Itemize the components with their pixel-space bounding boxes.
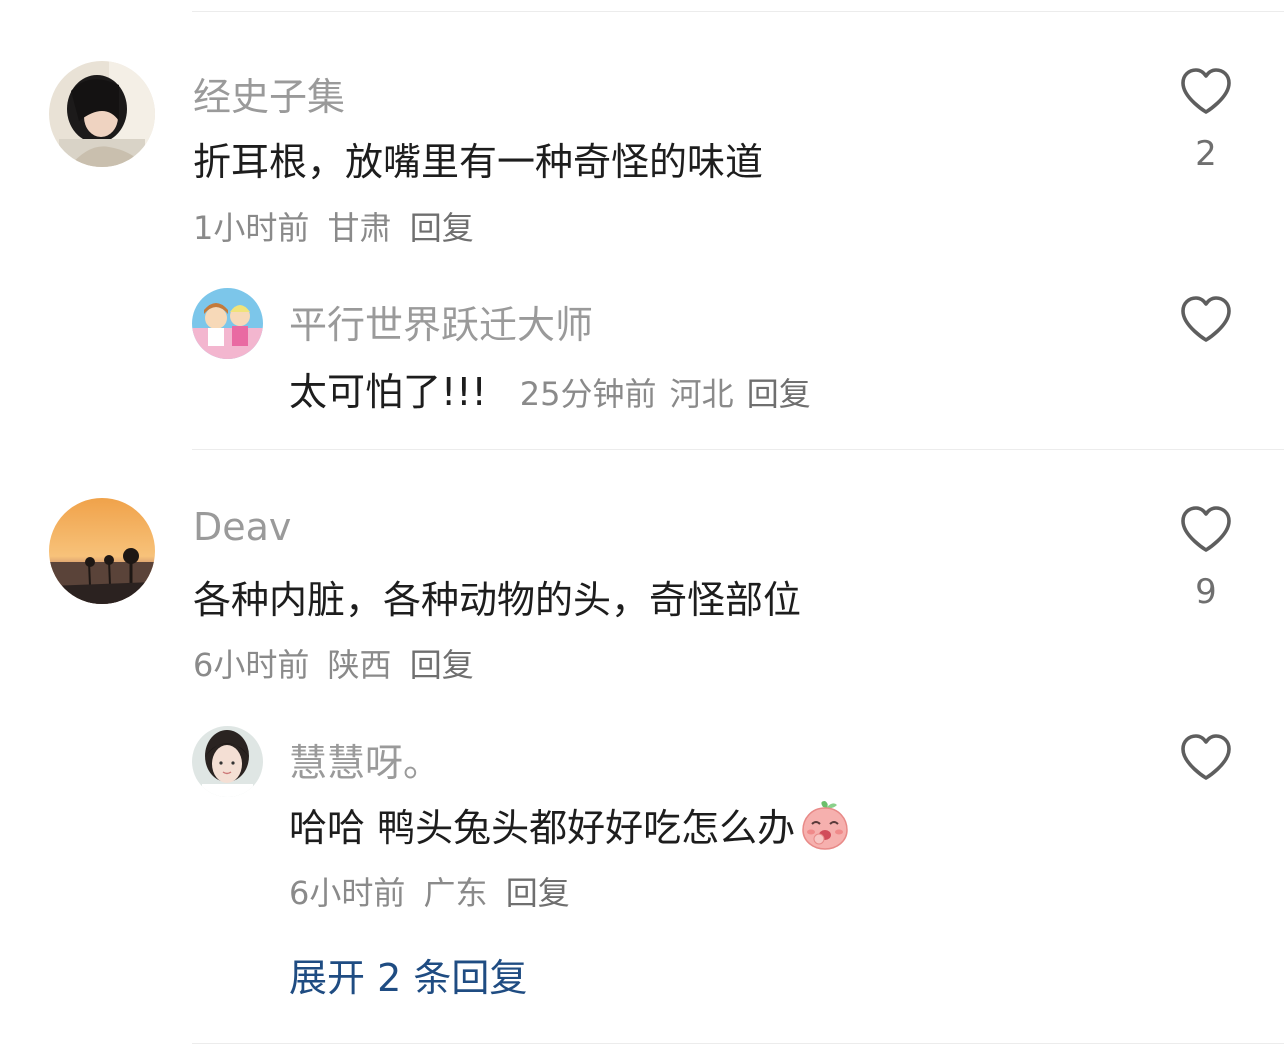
- reply-line: 哈哈 鸭头兔头都好好吃怎么办: [289, 797, 851, 852]
- comment-location: 甘肃: [327, 209, 392, 247]
- divider-bottom: [192, 1043, 1284, 1044]
- reply-line: 太可怕了!!! 25分钟前 河北 回复: [289, 361, 811, 416]
- heart-outline-icon[interactable]: [1179, 732, 1233, 782]
- reply-location: 河北: [669, 375, 734, 413]
- comment-text: 各种内脏，各种动物的头，奇怪部位: [193, 578, 802, 622]
- comment-time: 1小时前: [193, 209, 310, 247]
- reply-button[interactable]: 回复: [410, 209, 474, 247]
- reply-meta: 6小时前 广东 回复: [289, 868, 570, 914]
- expand-replies-link[interactable]: 展开 2 条回复: [289, 947, 527, 1002]
- heart-outline-icon[interactable]: [1179, 66, 1233, 116]
- comment-time: 6小时前: [193, 646, 310, 684]
- heart-outline-icon[interactable]: [1179, 504, 1233, 554]
- avatar[interactable]: [192, 726, 263, 797]
- commenter-name[interactable]: 慧慧呀。: [289, 732, 441, 787]
- avatar[interactable]: [192, 288, 263, 359]
- commenter-name[interactable]: 平行世界跃迁大师: [289, 294, 593, 349]
- avatar[interactable]: [49, 61, 155, 167]
- reply-text: 哈哈 鸭头兔头都好好吃怎么办: [289, 806, 796, 850]
- comment-meta: 1小时前 甘肃 回复: [193, 203, 474, 249]
- comment-location: 陕西: [327, 646, 392, 684]
- reply-text: 太可怕了!!!: [289, 370, 487, 414]
- like-count: 2: [1195, 134, 1217, 174]
- like-count: 9: [1195, 572, 1217, 612]
- peach-laughing-emoji: [802, 800, 848, 850]
- reply-time: 6小时前: [289, 874, 406, 912]
- reply-button[interactable]: 回复: [410, 646, 474, 684]
- reply-time: 25分钟前: [519, 375, 657, 413]
- divider-top: [192, 11, 1284, 12]
- avatar[interactable]: [49, 498, 155, 604]
- reply-button[interactable]: 回复: [747, 375, 811, 413]
- reply-location: 广东: [423, 874, 488, 912]
- reply-button[interactable]: 回复: [506, 874, 570, 912]
- heart-outline-icon[interactable]: [1179, 294, 1233, 344]
- divider: [192, 449, 1284, 450]
- comment-meta: 6小时前 陕西 回复: [193, 640, 474, 686]
- commenter-name[interactable]: 经史子集: [193, 66, 345, 121]
- comment-text: 折耳根，放嘴里有一种奇怪的味道: [193, 140, 764, 184]
- commenter-name[interactable]: Deav: [193, 505, 291, 549]
